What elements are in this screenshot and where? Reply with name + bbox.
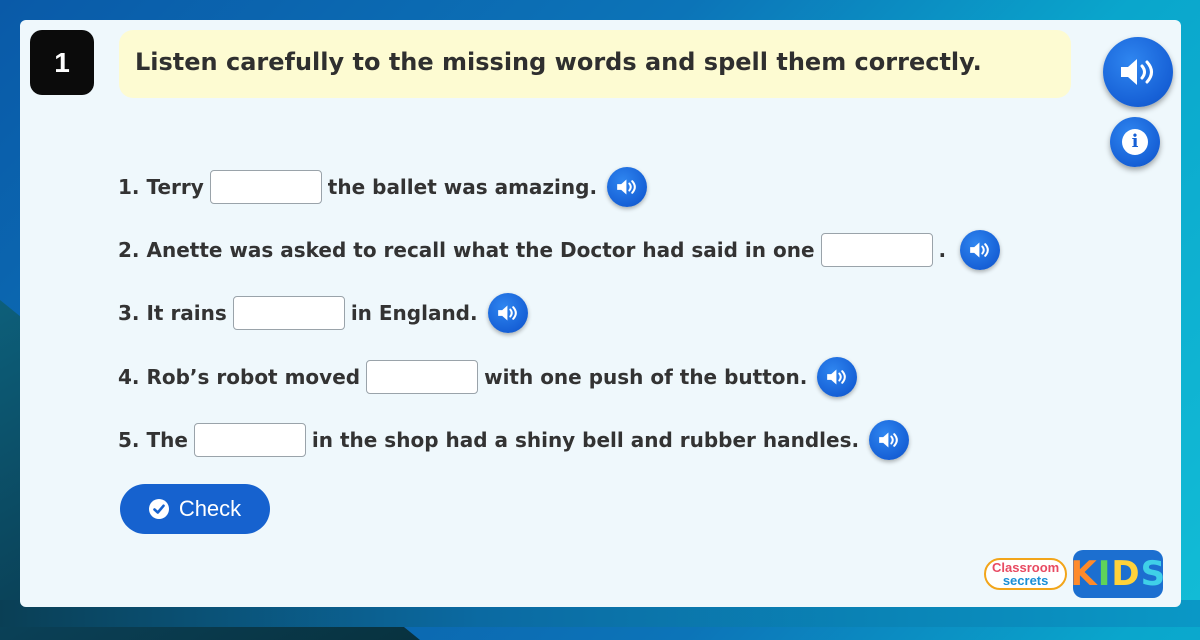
question-number: 1 — [30, 30, 94, 95]
classroom-secrets-kids-logo: Classroom secrets K I D S — [984, 548, 1174, 600]
sentence-text-after: . — [938, 238, 947, 262]
check-button[interactable]: Check — [120, 484, 270, 534]
info-button[interactable]: i — [1110, 117, 1160, 167]
answer-input-3[interactable] — [232, 296, 345, 330]
instruction-banner: Listen carefully to the missing words an… — [119, 30, 1071, 98]
checkmark-icon — [148, 499, 169, 519]
speaker-icon — [497, 305, 517, 321]
answer-input-1[interactable] — [209, 170, 322, 204]
sentence-text-before: 2. Anette was asked to recall what the D… — [118, 238, 815, 262]
sentence-text-before: 5. The — [118, 428, 188, 452]
sentence-audio-button-4[interactable] — [817, 357, 858, 397]
kids-logo: K I D S — [1070, 550, 1165, 598]
answer-input-4[interactable] — [366, 360, 479, 394]
sentence-row-5: 5. The in the shop had a shiny bell and … — [118, 420, 910, 460]
speaker-icon — [970, 242, 989, 258]
info-icon: i — [1122, 129, 1148, 155]
sentence-audio-button-1[interactable] — [607, 167, 648, 207]
instruction-text: Listen carefully to the missing words an… — [135, 48, 982, 76]
activity-card: 1 Listen carefully to the missing words … — [20, 20, 1181, 607]
sentence-audio-button-5[interactable] — [869, 420, 910, 460]
answer-input-2[interactable] — [820, 233, 933, 267]
sentence-row-4: 4. Rob’s robot moved with one push of th… — [118, 357, 858, 397]
answer-input-5[interactable] — [193, 423, 306, 457]
speaker-icon — [879, 432, 898, 448]
speaker-icon — [1121, 59, 1153, 85]
sentence-text-before: 1. Terry — [118, 175, 204, 199]
sentence-text-before: 4. Rob’s robot moved — [118, 365, 361, 389]
speaker-icon — [827, 369, 847, 385]
classroom-secrets-logo: Classroom secrets — [984, 558, 1068, 590]
instruction-audio-button[interactable] — [1103, 37, 1173, 107]
sentence-text-after: in the shop had a shiny bell and rubber … — [311, 428, 860, 452]
sentence-row-3: 3. It rains in England. — [118, 293, 528, 333]
sentence-audio-button-3[interactable] — [487, 293, 528, 333]
sentence-text-after: the ballet was amazing. — [327, 175, 598, 199]
sentence-text-before: 3. It rains — [118, 301, 227, 325]
sentence-row-1: 1. Terry the ballet was amazing. — [118, 167, 648, 207]
check-button-label: Check — [178, 496, 242, 521]
speaker-icon — [617, 179, 636, 195]
sentence-audio-button-2[interactable] — [960, 230, 1001, 270]
sentence-row-2: 2. Anette was asked to recall what the D… — [118, 230, 1001, 270]
sentence-text-after: in England. — [350, 301, 478, 325]
sentence-text-after: with one push of the button. — [484, 365, 808, 389]
